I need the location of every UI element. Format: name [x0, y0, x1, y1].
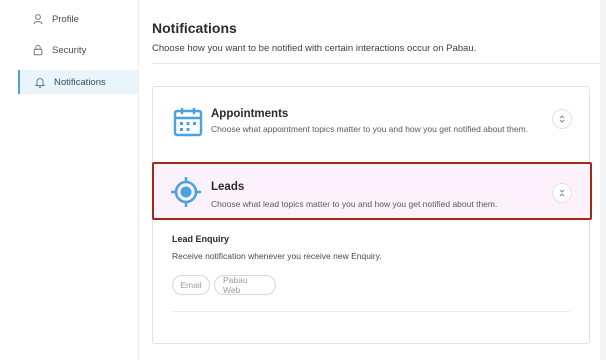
user-icon: [33, 14, 43, 25]
app-window: Profile Security Notifications Notificat…: [0, 0, 606, 360]
header-divider: [152, 63, 600, 64]
lead-enquiry-description: Receive notification whenever you receiv…: [172, 251, 382, 261]
chevron-expand-icon: [559, 115, 565, 123]
lead-enquiry-title: Lead Enquiry: [172, 234, 230, 244]
window-edge: [600, 0, 606, 360]
chevron-collapse-icon: [559, 189, 565, 197]
page-subtitle: Choose how you want to be notified with …: [152, 43, 477, 54]
appointments-card[interactable]: Appointments Choose what appointment top…: [153, 87, 589, 155]
sidebar-item-notifications[interactable]: Notifications: [18, 70, 138, 94]
appointments-title: Appointments: [211, 108, 289, 120]
sidebar-item-label: Security: [52, 44, 87, 56]
settings-sidebar: Profile Security Notifications: [18, 0, 138, 360]
leads-description: Choose what lead topics matter to you an…: [211, 199, 498, 209]
bell-icon: [34, 78, 46, 88]
lock-icon: [33, 44, 43, 56]
appointments-expand-button[interactable]: [552, 109, 572, 129]
sidebar-item-label: Notifications: [54, 76, 106, 88]
page-title: Notifications: [152, 20, 237, 36]
channel-pabau-web-toggle[interactable]: Pabau Web: [214, 275, 276, 295]
appointments-description: Choose what appointment topics matter to…: [211, 124, 529, 134]
channel-email-toggle[interactable]: Email: [172, 275, 210, 295]
leads-card[interactable]: Leads Choose what lead topics matter to …: [152, 162, 592, 220]
target-icon: [171, 177, 201, 207]
leads-title: Leads: [211, 181, 245, 193]
sidebar-item-security[interactable]: Security: [18, 38, 138, 62]
leads-collapse-button[interactable]: [552, 183, 572, 203]
section-divider: [172, 311, 570, 312]
calendar-icon: [173, 108, 203, 137]
sidebar-item-profile[interactable]: Profile: [18, 7, 138, 31]
sidebar-item-label: Profile: [52, 13, 79, 25]
